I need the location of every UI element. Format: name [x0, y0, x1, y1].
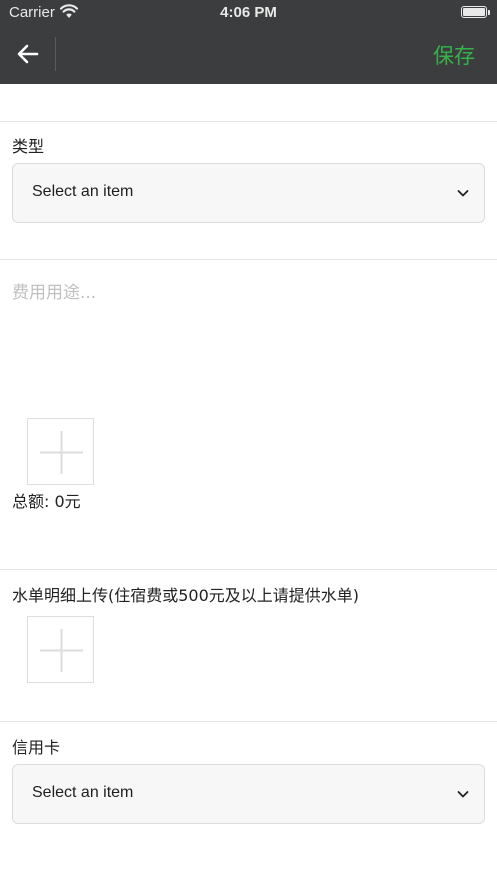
status-bar: Carrier 4:06 PM: [0, 0, 497, 26]
divider: [0, 121, 497, 122]
chevron-down-icon: [457, 791, 469, 798]
chevron-down-icon: [457, 190, 469, 197]
divider: [0, 259, 497, 260]
divider: [0, 569, 497, 570]
arrow-left-icon[interactable]: [12, 40, 44, 68]
divider: [0, 721, 497, 722]
plus-icon: [40, 629, 83, 672]
receipt-upload-label: 水单明细上传(住宿费或500元及以上请提供水单): [12, 586, 360, 605]
purpose-input[interactable]: [0, 268, 497, 408]
clock: 4:06 PM: [220, 4, 277, 21]
battery-icon: [461, 6, 490, 18]
plus-icon: [40, 431, 83, 474]
nav-divider: [55, 37, 56, 71]
add-photo-button[interactable]: [27, 418, 94, 485]
save-button[interactable]: 保存: [433, 40, 475, 70]
type-select[interactable]: Select an item: [12, 163, 485, 223]
credit-card-select[interactable]: Select an item: [12, 764, 485, 824]
add-receipt-button[interactable]: [27, 616, 94, 683]
total-amount: 总额: 0元: [12, 492, 81, 511]
type-select-value: Select an item: [32, 183, 134, 200]
credit-card-select-value: Select an item: [32, 784, 134, 801]
top-bar: Carrier 4:06 PM 保存: [0, 0, 497, 84]
credit-card-label: 信用卡: [12, 738, 61, 757]
type-label: 类型: [12, 137, 45, 156]
